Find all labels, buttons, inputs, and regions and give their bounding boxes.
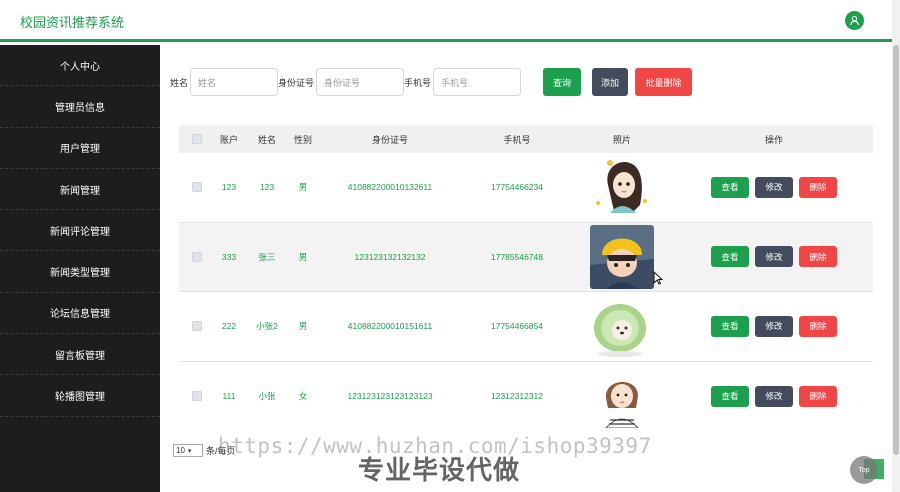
page-size-value: 10 [176, 446, 185, 455]
scrollbar-thumb[interactable] [893, 45, 899, 455]
header-name: 姓名 [257, 134, 276, 145]
cell-account: 222 [221, 321, 237, 332]
back-to-top-button[interactable]: Top [850, 456, 878, 484]
phone-input[interactable]: 手机号 [433, 68, 522, 96]
sidebar-item-news-types[interactable]: 新闻类型管理 [0, 251, 160, 293]
sidebar-item-personal-center[interactable]: 个人中心 [0, 45, 160, 87]
user-table: 账户 姓名 性别 身份证号 手机号 照片 操作 123 123 男 410882… [179, 125, 873, 431]
cell-gender: 男 [298, 182, 308, 193]
cell-phone: 12312312312 [490, 391, 543, 402]
table-row: 333 张三 男 123123132132132 17785546748 查看 … [179, 222, 873, 292]
table-row: 111 小张 女 123123123123123123 12312312312 [179, 362, 873, 432]
cell-name: 小张2 [256, 321, 278, 332]
edit-button[interactable]: 修改 [755, 246, 793, 268]
sidebar: 个人中心 管理员信息 用户管理 新闻管理 新闻评论管理 新闻类型管理 论坛信息管… [0, 45, 160, 492]
cell-id-number: 410882200010151611 [347, 321, 433, 332]
cell-id-number: 410882200010132611 [347, 182, 433, 193]
view-button[interactable]: 查看 [711, 315, 749, 337]
view-button[interactable]: 查看 [711, 176, 749, 198]
name-input[interactable]: 姓名 [190, 68, 279, 96]
chevron-down-icon: ▾ [187, 447, 192, 455]
cabbage-dog [590, 294, 654, 359]
table-row: 123 123 男 410882200010132611 17754466234 [179, 153, 873, 223]
edit-button[interactable]: 修改 [755, 315, 793, 337]
watermark-text: 专业毕设代做 [358, 455, 521, 485]
batch-delete-button[interactable]: 批量删除 [635, 68, 693, 96]
sidebar-item-admin-info[interactable]: 管理员信息 [0, 86, 160, 128]
sidebar-item-carousel[interactable]: 轮播图管理 [0, 375, 160, 417]
search-bar: 姓名 姓名 身份证号 身份证号 手机号 手机号 查询 添加 批量删除 [170, 67, 693, 97]
view-button[interactable]: 查看 [711, 385, 749, 407]
anime-boy-yellow-hat [590, 224, 654, 289]
sidebar-item-forum[interactable]: 论坛信息管理 [0, 293, 160, 335]
cell-gender: 男 [298, 321, 308, 332]
cartoon-girl-striped [590, 364, 654, 429]
delete-button[interactable]: 删除 [799, 176, 837, 198]
cell-gender: 男 [298, 251, 308, 262]
row-checkbox[interactable] [179, 182, 215, 193]
user-icon[interactable] [845, 11, 864, 30]
cell-name: 张三 [258, 251, 276, 262]
sidebar-item-news-comments[interactable]: 新闻评论管理 [0, 210, 160, 252]
id-number-input[interactable]: 身份证号 [316, 68, 405, 96]
mouse-cursor-icon [653, 271, 663, 285]
cell-gender: 女 [298, 391, 308, 402]
sidebar-item-message-board[interactable]: 留言板管理 [0, 334, 160, 376]
select-all-checkbox[interactable] [179, 134, 215, 144]
cell-phone: 17754466234 [490, 182, 543, 193]
cell-account: 333 [221, 251, 237, 262]
header-id-number: 身份证号 [371, 134, 408, 145]
header-account: 账户 [219, 134, 238, 145]
edit-button[interactable]: 修改 [755, 176, 793, 198]
cell-id-number: 123123123123123123 [347, 391, 433, 402]
delete-button[interactable]: 删除 [799, 385, 837, 407]
edit-button[interactable]: 修改 [755, 385, 793, 407]
cell-id-number: 123123132132132 [354, 251, 426, 262]
header-photo: 照片 [612, 134, 631, 145]
user-silhouette-icon [850, 15, 859, 26]
query-button[interactable]: 查询 [543, 68, 582, 96]
delete-button[interactable]: 删除 [799, 315, 837, 337]
table-header: 账户 姓名 性别 身份证号 手机号 照片 操作 [179, 125, 873, 153]
table-row: 222 小张2 男 410882200010151611 17754466854 [179, 292, 873, 362]
header-gender: 性别 [293, 134, 312, 145]
header-ops: 操作 [764, 134, 783, 145]
cell-account: 111 [222, 391, 236, 402]
phone-label: 手机号 [404, 77, 432, 88]
cell-phone: 17754466854 [490, 321, 543, 332]
top-bar: 校园资讯推荐系统 [0, 0, 892, 42]
row-checkbox[interactable] [179, 321, 215, 332]
cell-phone: 17785546748 [490, 251, 543, 262]
add-button[interactable]: 添加 [592, 68, 629, 96]
name-label: 姓名 [170, 77, 189, 88]
id-number-label: 身份证号 [278, 77, 315, 88]
sidebar-item-user-management[interactable]: 用户管理 [0, 128, 160, 169]
page-size-select[interactable]: 10 ▾ [173, 444, 203, 457]
main-content: 姓名 姓名 身份证号 身份证号 手机号 手机号 查询 添加 批量删除 账户 姓名… [160, 45, 892, 492]
sidebar-item-news-management[interactable]: 新闻管理 [0, 169, 160, 211]
cell-account: 123 [221, 182, 237, 193]
cell-name: 小张 [258, 391, 276, 402]
header-phone: 手机号 [503, 134, 531, 145]
row-checkbox[interactable] [179, 391, 215, 402]
page-scrollbar[interactable] [892, 0, 900, 492]
delete-button[interactable]: 删除 [799, 246, 837, 268]
cell-name: 123 [259, 182, 275, 193]
row-checkbox[interactable] [179, 251, 215, 262]
cartoon-girl-avatar [590, 155, 654, 220]
view-button[interactable]: 查看 [711, 246, 749, 268]
app-title: 校园资讯推荐系统 [20, 15, 125, 30]
